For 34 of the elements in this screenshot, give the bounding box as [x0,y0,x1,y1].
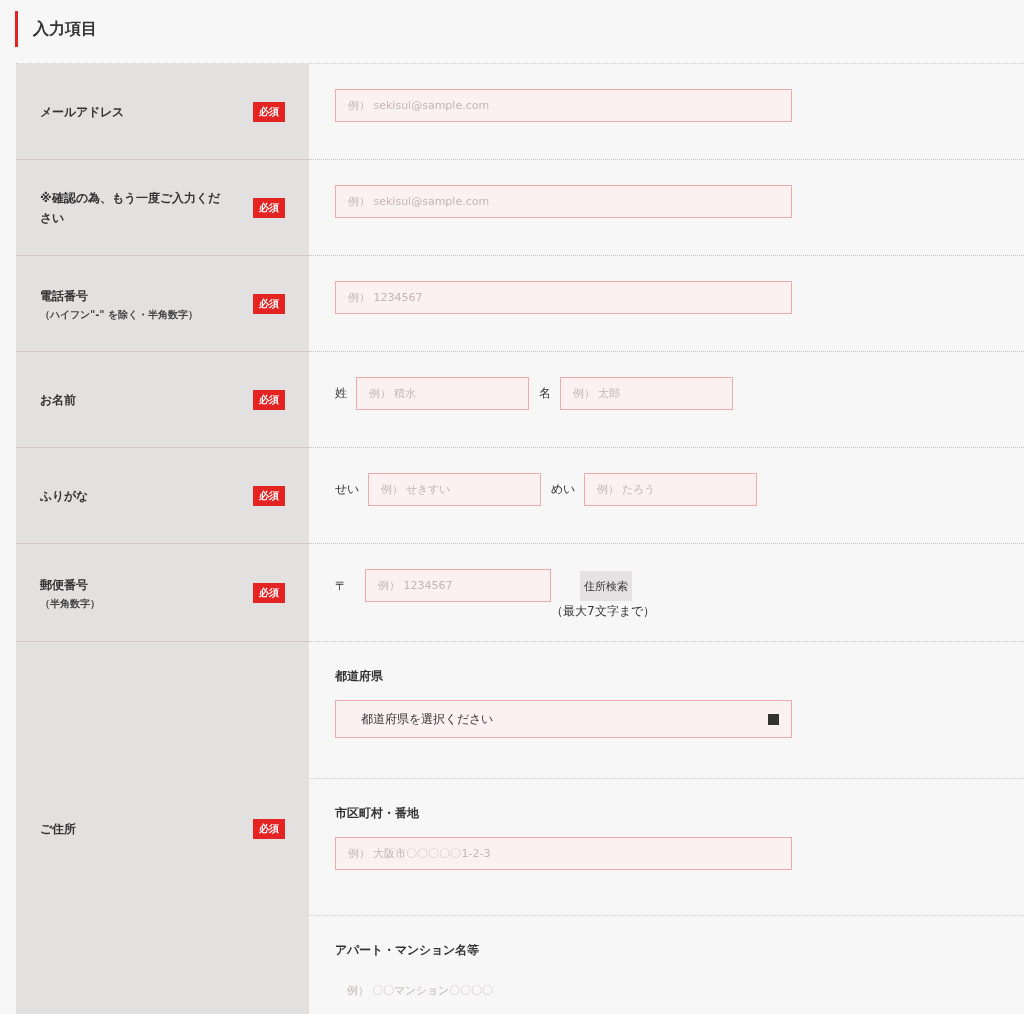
field-label: メールアドレス [40,103,124,121]
field-label: ご住所 [40,821,76,838]
heading-accent-bar [15,11,18,47]
field-prefix: 姓 [335,385,347,402]
caret-icon [768,713,779,725]
field-label: 郵便番号 [40,576,89,594]
field-prefix: せい [335,481,359,498]
field-prefix: 名 [539,385,551,402]
input-field[interactable]: 例） sekisui@sample.com [335,89,792,122]
field-label: 都道府県 [335,668,384,685]
field-label: 電話番号 [40,287,89,305]
required-badge: 必須 [253,293,285,314]
required-badge: 必須 [253,101,285,122]
field-note: （半角数字） [40,596,100,611]
field-label: ※確認の為、もう一度ご入力ください [40,189,220,227]
postal-mark: 〒 [335,578,347,595]
prefecture-dropdown[interactable]: 都道府県を選択ください [335,700,792,738]
field-label: お名前 [40,391,76,409]
field-prefix: めい [551,481,575,498]
required-badge: 必須 [253,582,285,603]
required-badge: 必須 [253,197,285,218]
required-badge: 必須 [253,485,285,506]
field-label: アパート・マンション名等 [335,942,480,959]
field-note: （ハイフン"-" を除く・半角数字） [40,307,199,322]
field-hint: （最大7文字まで） [551,603,655,619]
required-badge: 必須 [253,389,285,410]
field-label: ふりがな [40,487,88,505]
section-heading: 入力項目 [33,18,97,40]
field-label: 市区町村・番地 [335,805,420,822]
address-search-button[interactable]: 住所検索 [579,571,632,601]
required-badge: 必須 [253,819,285,839]
input-field[interactable]: 例） 1234567 [335,281,792,314]
input-field[interactable]: 例） 1234567 [365,569,551,602]
input-field[interactable]: 例） sekisui@sample.com [335,185,792,218]
